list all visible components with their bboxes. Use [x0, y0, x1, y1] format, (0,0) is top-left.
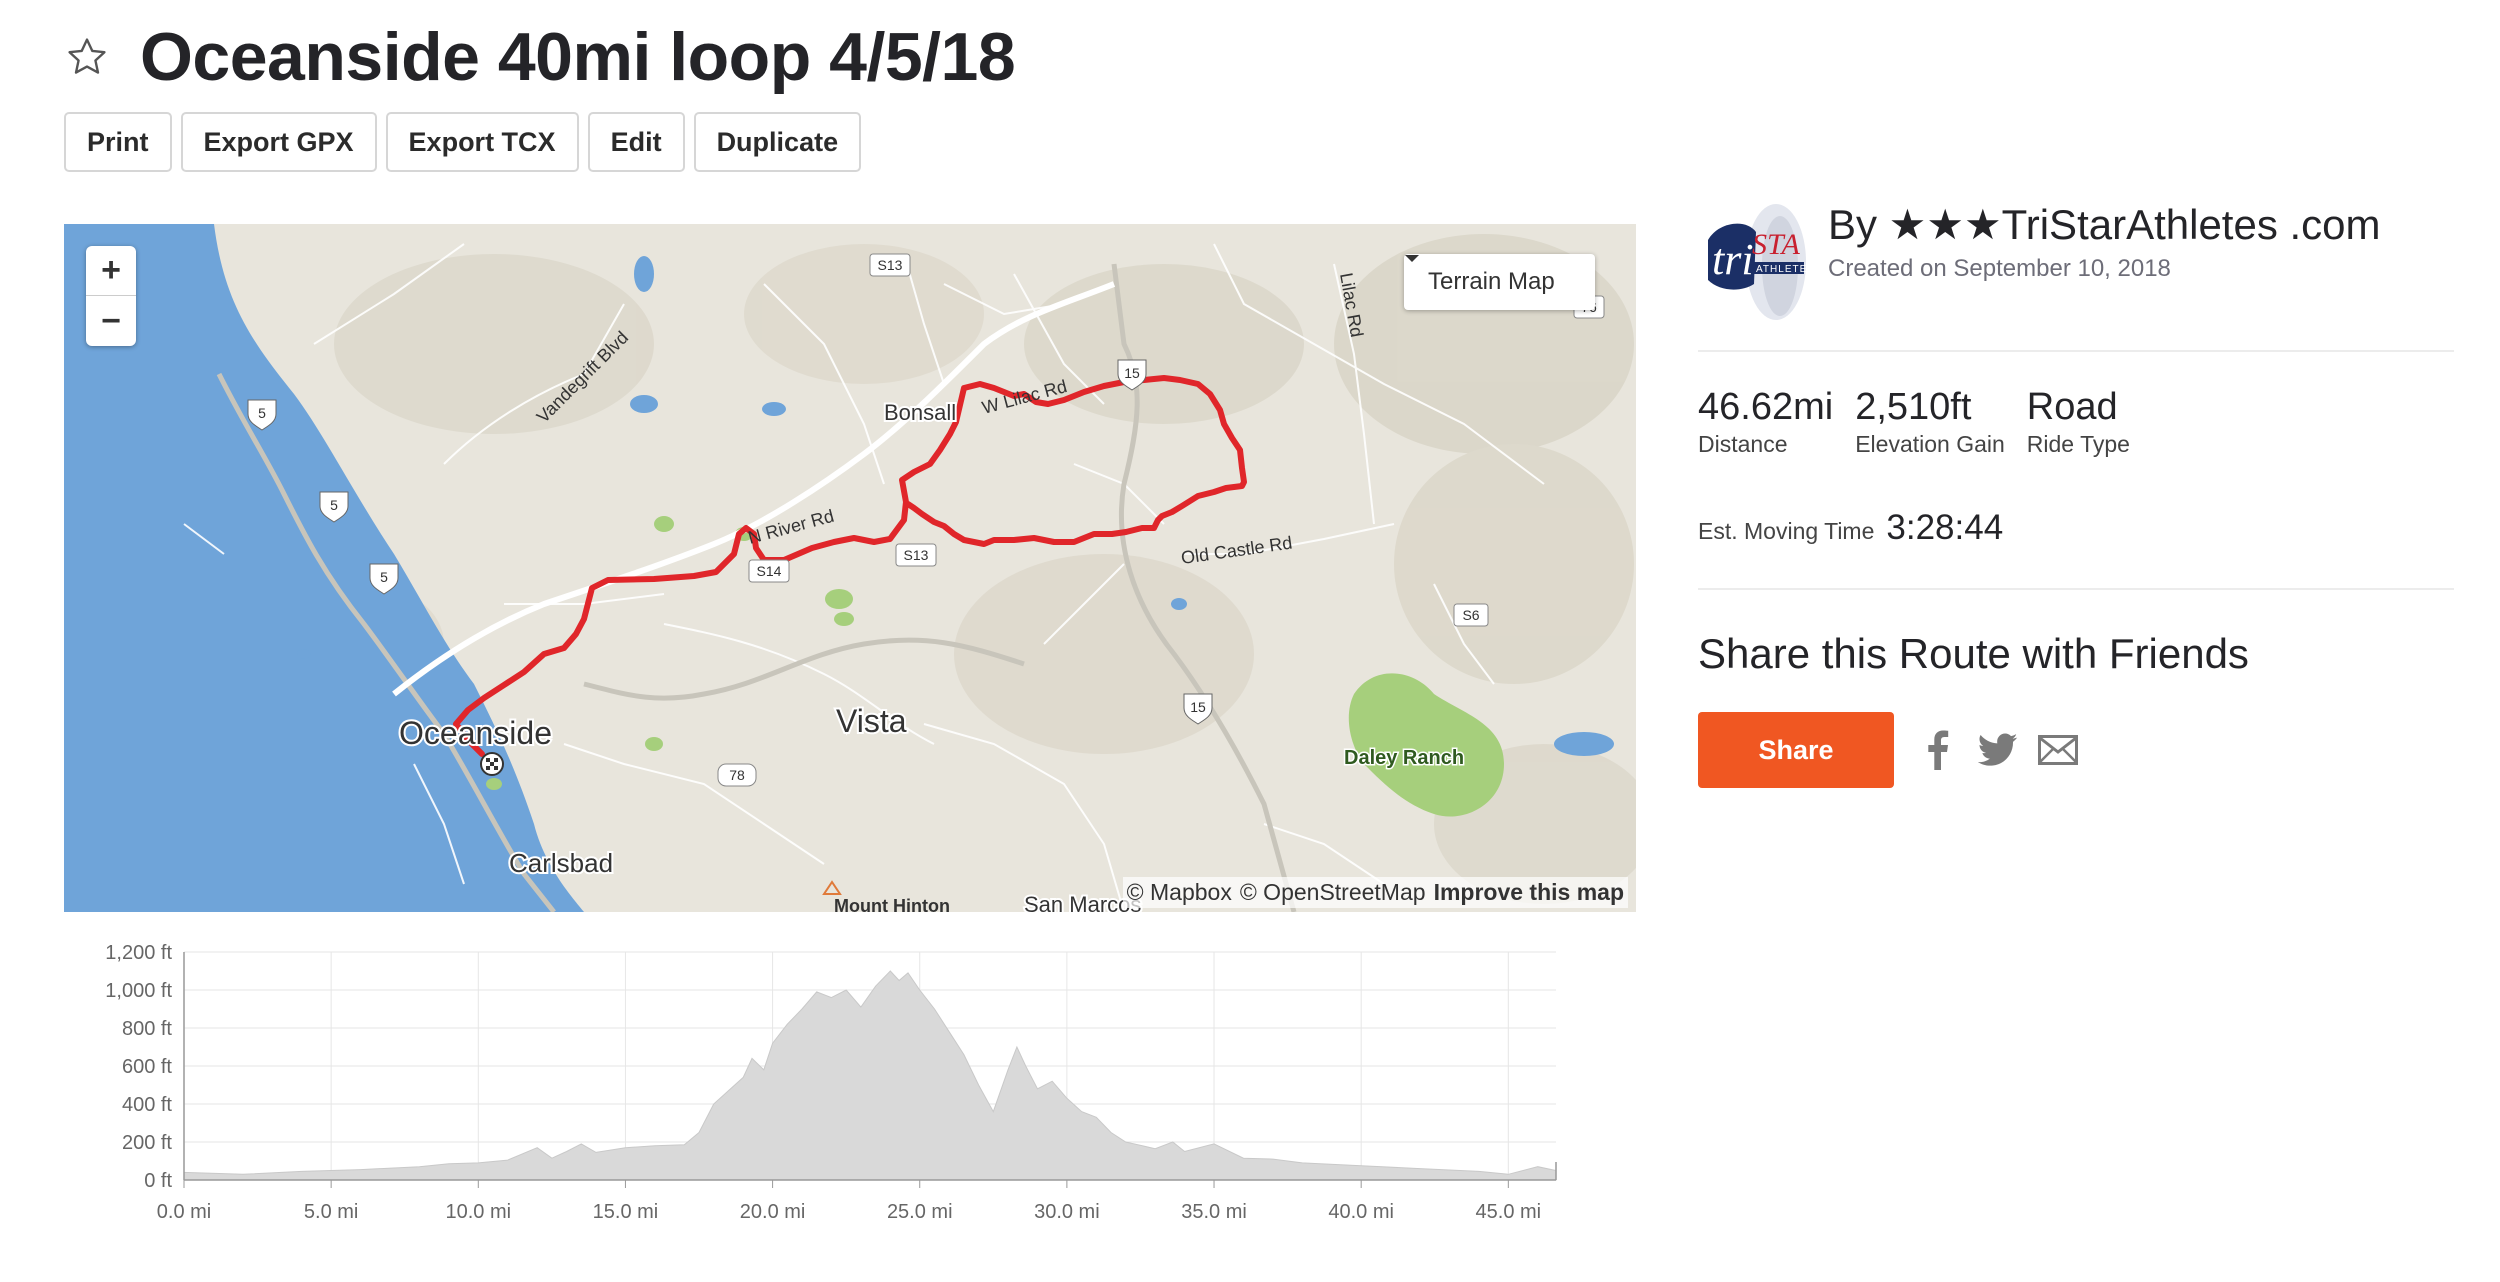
improve-map-link[interactable]: Improve this map	[1434, 879, 1624, 906]
divider-2	[1698, 588, 2454, 590]
shield-s14: S14	[757, 563, 782, 579]
svg-text:STA: STA	[1752, 228, 1800, 261]
x-tick-label: 20.0 mi	[740, 1201, 806, 1223]
author-logo[interactable]: tri STA ATHLETE	[1698, 196, 1810, 328]
y-tick-label: 1,200 ft	[105, 942, 172, 964]
distance-label: Distance	[1698, 431, 1788, 457]
shield-i5-b: 5	[330, 497, 338, 513]
title-row: Oceanside 40mi loop 4/5/18	[64, 18, 1016, 96]
label-mount-hinton: Mount Hinton	[834, 896, 950, 912]
x-tick-label: 40.0 mi	[1328, 1201, 1394, 1223]
distance-value: 46.62mi	[1698, 386, 1834, 428]
page-title: Oceanside 40mi loop 4/5/18	[140, 19, 1016, 95]
zoom-control: + −	[86, 246, 136, 346]
duplicate-button[interactable]: Duplicate	[693, 112, 862, 172]
moving-time-label: Est. Moving Time	[1698, 518, 1875, 544]
start-finish-marker[interactable]	[480, 752, 504, 776]
stat-distance: 46.62mi Distance	[1698, 386, 1833, 458]
export-gpx-button[interactable]: Export GPX	[180, 112, 377, 172]
print-button[interactable]: Print	[64, 112, 172, 172]
shield-i15-b: 15	[1190, 699, 1206, 715]
label-oceanside: Oceanside	[399, 715, 552, 751]
elevation-chart[interactable]: 1,200 ft 1,000 ft 800 ft 600 ft 400 ft 200 ft…	[64, 930, 1636, 1260]
stat-elevation: 2,510ft Elevation Gain	[1855, 386, 2005, 458]
author-block: tri STA ATHLETE By ★★★TriStarAthletes .c…	[1698, 196, 2454, 328]
x-tick-label: 10.0 mi	[445, 1201, 511, 1223]
toolbar: Print Export GPX Export TCX Edit Duplica…	[64, 112, 862, 172]
zoom-out-button[interactable]: −	[86, 296, 136, 346]
elevation-value: 2,510ft	[1855, 386, 1972, 428]
elevation-area	[183, 970, 1557, 1181]
facebook-icon[interactable]	[1912, 724, 1964, 776]
author-name[interactable]: By ★★★TriStarAthletes .com	[1828, 200, 2381, 249]
shield-i5-a: 5	[258, 405, 266, 421]
label-vista: Vista	[836, 703, 907, 739]
osm-link[interactable]: © OpenStreetMap	[1240, 879, 1426, 906]
map-attribution: © Mapbox © OpenStreetMap Improve this ma…	[1122, 877, 1628, 908]
svg-text:ATHLETE: ATHLETE	[1756, 264, 1807, 275]
y-tick-label: 400 ft	[122, 1094, 172, 1116]
shield-s6: S6	[1462, 607, 1479, 623]
shield-78: 78	[729, 767, 745, 783]
label-carlsbad: Carlsbad	[509, 848, 613, 878]
x-tick-label: 35.0 mi	[1181, 1201, 1247, 1223]
shield-i15-a: 15	[1124, 365, 1140, 381]
email-icon[interactable]	[2032, 724, 2084, 776]
moving-time-value: 3:28:44	[1886, 508, 2004, 547]
x-tick-label: 45.0 mi	[1476, 1201, 1542, 1223]
shield-s13-a: S13	[878, 257, 903, 273]
share-row: Share	[1698, 712, 2454, 788]
export-tcx-button[interactable]: Export TCX	[385, 112, 579, 172]
route-details-panel: tri STA ATHLETE By ★★★TriStarAthletes .c…	[1698, 196, 2454, 788]
y-tick-label: 200 ft	[122, 1132, 172, 1154]
map-canvas: S13 S13 S14 S6 76 5 5 5 15 15 78 Oceansi…	[64, 224, 1636, 912]
y-tick-label: 1,000 ft	[105, 980, 172, 1002]
divider-1	[1698, 350, 2454, 352]
edit-button[interactable]: Edit	[587, 112, 685, 172]
label-daley-ranch: Daley Ranch	[1344, 747, 1464, 769]
map-layer-label: Terrain Map	[1428, 268, 1555, 295]
star-icon[interactable]	[64, 34, 110, 80]
improve-map-label: Improve this map	[1433, 879, 1624, 905]
share-button[interactable]: Share	[1698, 712, 1894, 788]
share-heading: Share this Route with Friends	[1698, 630, 2249, 677]
ride-type-label: Ride Type	[2026, 431, 2130, 457]
created-date: Created on September 10, 2018	[1828, 255, 2171, 282]
zoom-in-button[interactable]: +	[86, 246, 136, 296]
ride-type-value: Road	[2026, 386, 2118, 428]
x-tick-label: 30.0 mi	[1034, 1201, 1100, 1223]
x-tick-label: 0.0 mi	[157, 1201, 211, 1223]
route-stats: 46.62mi Distance 2,510ft Elevation Gain …	[1698, 386, 2454, 458]
moving-time: Est. Moving Time 3:28:44	[1698, 508, 2454, 548]
x-tick-label: 25.0 mi	[887, 1201, 953, 1223]
author-text: By ★★★TriStarAthletes .com Created on Se…	[1828, 200, 2381, 283]
label-bonsall: Bonsall	[884, 400, 956, 425]
shield-s13-b: S13	[904, 547, 929, 563]
mapbox-link[interactable]: © Mapbox	[1127, 879, 1232, 906]
route-map[interactable]: S13 S13 S14 S6 76 5 5 5 15 15 78 Oceansi…	[64, 224, 1636, 912]
y-tick-label: 600 ft	[122, 1056, 172, 1078]
map-layer-button[interactable]: Terrain Map	[1404, 254, 1595, 310]
x-tick-label: 15.0 mi	[593, 1201, 659, 1223]
x-tick-label: 5.0 mi	[304, 1201, 358, 1223]
shield-i5-c: 5	[380, 569, 388, 585]
y-tick-label: 800 ft	[122, 1018, 172, 1040]
y-tick-label: 0 ft	[144, 1170, 172, 1192]
elevation-label: Elevation Gain	[1855, 431, 2005, 457]
elevation-chart-svg: 1,200 ft 1,000 ft 800 ft 600 ft 400 ft 200 ft…	[105, 942, 1557, 1223]
twitter-icon[interactable]	[1972, 724, 2024, 776]
stat-ride-type: Road Ride Type	[2027, 386, 2130, 458]
svg-text:tri: tri	[1712, 235, 1754, 284]
